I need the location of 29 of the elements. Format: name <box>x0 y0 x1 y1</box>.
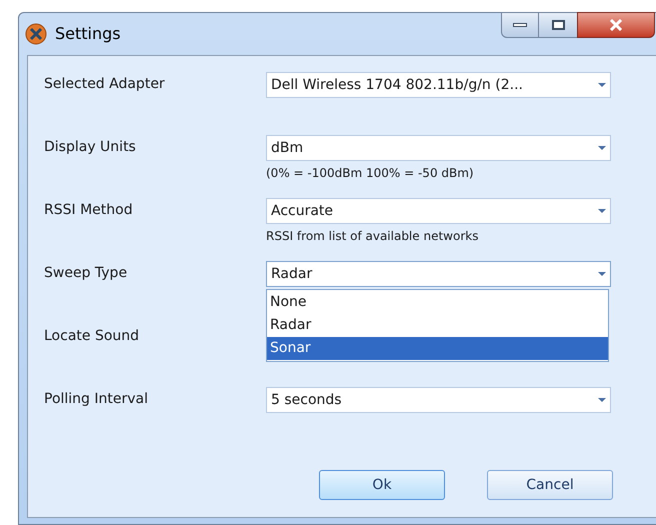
field-label: RSSI Method <box>44 201 134 220</box>
dialog-button[interactable]: Ok <box>319 470 445 500</box>
close-icon <box>609 19 623 31</box>
caret-icon <box>598 83 606 87</box>
dropdown[interactable]: 5 seconds <box>266 387 611 413</box>
minimize-button[interactable] <box>501 12 539 38</box>
hint-text: RSSI from list of available networks <box>266 228 480 245</box>
window-title: Settings <box>55 23 121 45</box>
maximize-button[interactable] <box>539 12 577 38</box>
dropdown-option[interactable]: Radar <box>267 314 608 337</box>
caret-icon <box>598 146 606 150</box>
dropdown-option[interactable]: None <box>267 291 608 314</box>
field-label: Sweep Type <box>44 264 128 283</box>
dropdown-option[interactable]: Sonar <box>267 337 608 360</box>
dropdown[interactable]: dBm <box>266 135 611 161</box>
caret-icon <box>598 209 606 213</box>
close-button[interactable] <box>577 12 655 38</box>
dropdown[interactable]: Dell Wireless 1704 802.11b/g/n (2... <box>266 72 611 98</box>
field-label: Polling Interval <box>44 390 150 409</box>
field-label: Selected Adapter <box>44 75 166 94</box>
app-icon <box>25 23 47 45</box>
hint-text: (0% = -100dBm 100% = -50 dBm) <box>266 165 475 182</box>
caret-icon <box>598 398 606 402</box>
dropdown[interactable]: Accurate <box>266 198 611 224</box>
dropdown[interactable]: Radar <box>266 261 611 287</box>
dialog-button[interactable]: Cancel <box>487 470 613 500</box>
field-label: Locate Sound <box>44 327 140 346</box>
field-label: Display Units <box>44 138 137 157</box>
caret-icon <box>598 272 606 276</box>
